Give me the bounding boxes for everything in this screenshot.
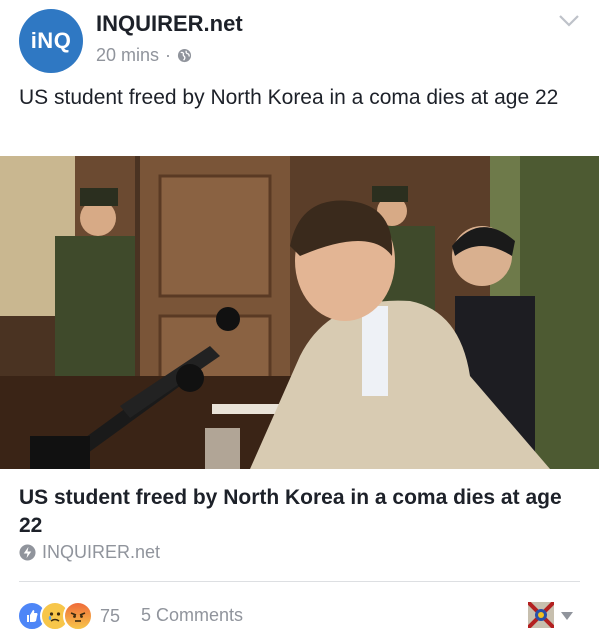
- chevron-down-icon[interactable]: [558, 14, 580, 28]
- post-text: US student freed by North Korea in a com…: [19, 86, 559, 109]
- page-name-link[interactable]: INQUIRER.net: [96, 11, 243, 37]
- reactions-summary[interactable]: 75: [17, 601, 120, 631]
- angry-icon: [63, 601, 93, 631]
- reaction-count: 75: [100, 605, 121, 626]
- post-timestamp[interactable]: 20 mins: [96, 45, 159, 66]
- post-meta: 20 mins ·: [96, 45, 192, 66]
- meta-separator: ·: [165, 45, 172, 65]
- link-source: INQUIRER.net: [19, 542, 160, 563]
- photo-image: [0, 156, 599, 469]
- page-avatar[interactable]: iNQ: [19, 9, 83, 73]
- globe-icon: [177, 48, 192, 63]
- link-title[interactable]: US student freed by North Korea in a com…: [19, 484, 579, 540]
- comments-count-link[interactable]: 5 Comments: [141, 605, 243, 626]
- link-source-label: INQUIRER.net: [42, 542, 161, 562]
- caret-down-icon[interactable]: [561, 612, 573, 620]
- avatar-icon[interactable]: [528, 602, 554, 628]
- divider: [19, 581, 580, 582]
- post-header: iNQ INQUIRER.net 20 mins ·: [0, 0, 599, 80]
- instant-article-bolt-icon: [19, 544, 36, 561]
- link-photo[interactable]: [0, 156, 599, 469]
- page-logo-text: iNQ: [30, 28, 72, 53]
